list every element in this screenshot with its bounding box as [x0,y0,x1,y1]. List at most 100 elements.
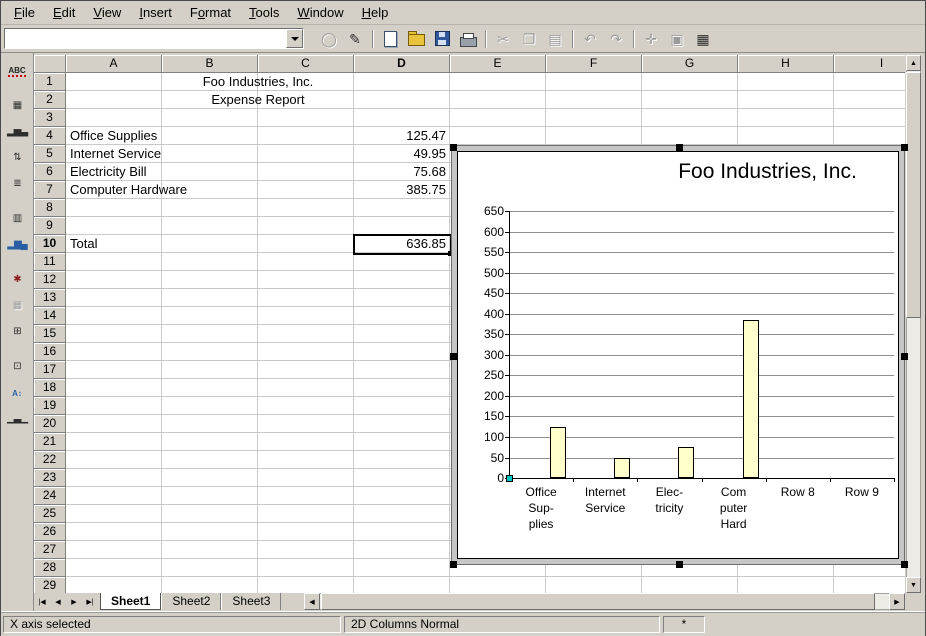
cell-A4[interactable]: Office Supplies [66,127,161,145]
row-header-6[interactable]: 6 [34,163,66,181]
row-header-1[interactable]: 1 [34,73,66,91]
horizontal-scroll-thumb[interactable] [321,593,875,610]
row-header-27[interactable]: 27 [34,541,66,559]
cell-A6[interactable]: Electricity Bill [66,163,151,181]
row-header-22[interactable]: 22 [34,451,66,469]
cell-A5[interactable]: Internet Service [66,145,165,163]
column-header-A[interactable]: A [66,55,162,73]
next-sheet-button[interactable]: ▶ [66,593,82,610]
menu-insert[interactable]: Insert [130,2,181,24]
insert-columns-icon[interactable]: ▥ [4,207,30,231]
first-sheet-button[interactable]: |◀ [34,593,50,610]
scroll-left-button[interactable]: ◀ [304,593,320,610]
bar-2[interactable] [614,458,630,479]
chart-object-icon[interactable]: ▂▆▄ [4,233,30,257]
row-header-8[interactable]: 8 [34,199,66,217]
prev-sheet-button[interactable]: ◀ [50,593,66,610]
sheet-tab-sheet3[interactable]: Sheet3 [221,593,281,610]
redo-icon[interactable]: ↷ [604,27,628,51]
insert-fields-icon[interactable]: ⇅ [4,146,30,170]
column-header-I[interactable]: I [834,55,905,73]
form-controls-icon[interactable]: ▦ [4,294,30,318]
menu-window[interactable]: Window [288,2,352,24]
row-header-29[interactable]: 29 [34,577,66,593]
chart-selection-handle[interactable] [676,144,683,151]
vertical-scroll-thumb[interactable] [906,72,921,318]
select-all-corner[interactable] [34,55,66,73]
column-header-H[interactable]: H [738,55,834,73]
column-header-D[interactable]: D [354,55,450,73]
x-axis-selection-handle[interactable] [506,475,513,482]
menu-help[interactable]: Help [353,2,398,24]
cell-D4[interactable]: 125.47 [354,127,450,145]
url-input[interactable] [5,29,286,48]
insert-chart-icon[interactable]: ▂▅▃ [4,120,30,144]
sheet-tab-sheet1[interactable]: Sheet1 [100,593,161,610]
scroll-up-button[interactable]: ▲ [906,55,921,71]
chart-selection-handle[interactable] [901,144,908,151]
chart-title[interactable]: Foo Industries, Inc. [643,160,892,184]
styles-icon[interactable]: ▣ [665,27,689,51]
cell-A10[interactable]: Total [66,235,101,253]
row-header-2[interactable]: 2 [34,91,66,109]
print-icon[interactable] [456,27,480,51]
undo-icon[interactable]: ↶ [578,27,602,51]
menu-edit[interactable]: Edit [44,2,84,24]
save-document-icon[interactable] [430,27,454,51]
row-header-26[interactable]: 26 [34,523,66,541]
row-header-21[interactable]: 21 [34,433,66,451]
edit-file-icon[interactable]: ✎ [343,27,367,51]
row-header-25[interactable]: 25 [34,505,66,523]
cell-D6[interactable]: 75.68 [354,163,450,181]
row-header-14[interactable]: 14 [34,307,66,325]
column-header-C[interactable]: C [258,55,354,73]
vertical-scrollbar[interactable]: ▲ ▼ [906,55,921,593]
cell-D7[interactable]: 385.75 [354,181,450,199]
sort-icon[interactable]: A↕ [4,381,30,405]
row-header-24[interactable]: 24 [34,487,66,505]
scroll-right-button[interactable]: ▶ [889,593,905,610]
sheet-tab-sheet2[interactable]: Sheet2 [161,593,221,610]
table-borders-icon[interactable]: ⊡ [4,355,30,379]
chart-selection-handle[interactable] [450,561,457,568]
row-header-15[interactable]: 15 [34,325,66,343]
insert-table-icon[interactable]: ▦ [4,94,30,118]
menu-file[interactable]: File [5,2,44,24]
row-header-9[interactable]: 9 [34,217,66,235]
menu-format[interactable]: Format [181,2,240,24]
cut-icon[interactable]: ✂ [491,27,515,51]
scroll-down-button[interactable]: ▼ [906,577,921,593]
cell-B1[interactable]: Foo Industries, Inc. [162,73,354,91]
row-header-7[interactable]: 7 [34,181,66,199]
chart-selection-handle[interactable] [450,144,457,151]
combo-dropdown-button[interactable] [286,29,303,48]
row-header-18[interactable]: 18 [34,379,66,397]
row-header-28[interactable]: 28 [34,559,66,577]
row-header-12[interactable]: 12 [34,271,66,289]
chart-data-icon[interactable]: ▁▃▁ [4,407,30,431]
navigator-icon[interactable]: ✛ [639,27,663,51]
bar-4[interactable] [743,320,759,479]
horizontal-scrollbar[interactable]: ◀ ▶ [304,593,905,610]
row-header-20[interactable]: 20 [34,415,66,433]
row-header-4[interactable]: 4 [34,127,66,145]
cell-A7[interactable]: Computer Hardware [66,181,191,199]
spellcheck-icon[interactable]: ABC [4,59,30,83]
new-document-icon[interactable] [378,27,402,51]
open-document-icon[interactable] [404,27,428,51]
last-sheet-button[interactable]: ▶| [82,593,98,610]
chart-area[interactable]: Foo Industries, Inc. 6506005505004504003… [457,151,899,559]
cell-D5[interactable]: 49.95 [354,145,450,163]
gallery-icon[interactable]: ▦ [691,27,715,51]
cell-B2[interactable]: Expense Report [162,91,354,109]
row-header-5[interactable]: 5 [34,145,66,163]
column-header-B[interactable]: B [162,55,258,73]
embedded-chart[interactable]: Foo Industries, Inc. 6506005505004504003… [451,145,905,565]
row-header-17[interactable]: 17 [34,361,66,379]
column-header-F[interactable]: F [546,55,642,73]
menu-tools[interactable]: Tools [240,2,288,24]
chart-selection-handle[interactable] [901,561,908,568]
row-header-23[interactable]: 23 [34,469,66,487]
stop-icon[interactable]: ◯ [317,27,341,51]
insert-lines-icon[interactable]: ≣ [4,172,30,196]
